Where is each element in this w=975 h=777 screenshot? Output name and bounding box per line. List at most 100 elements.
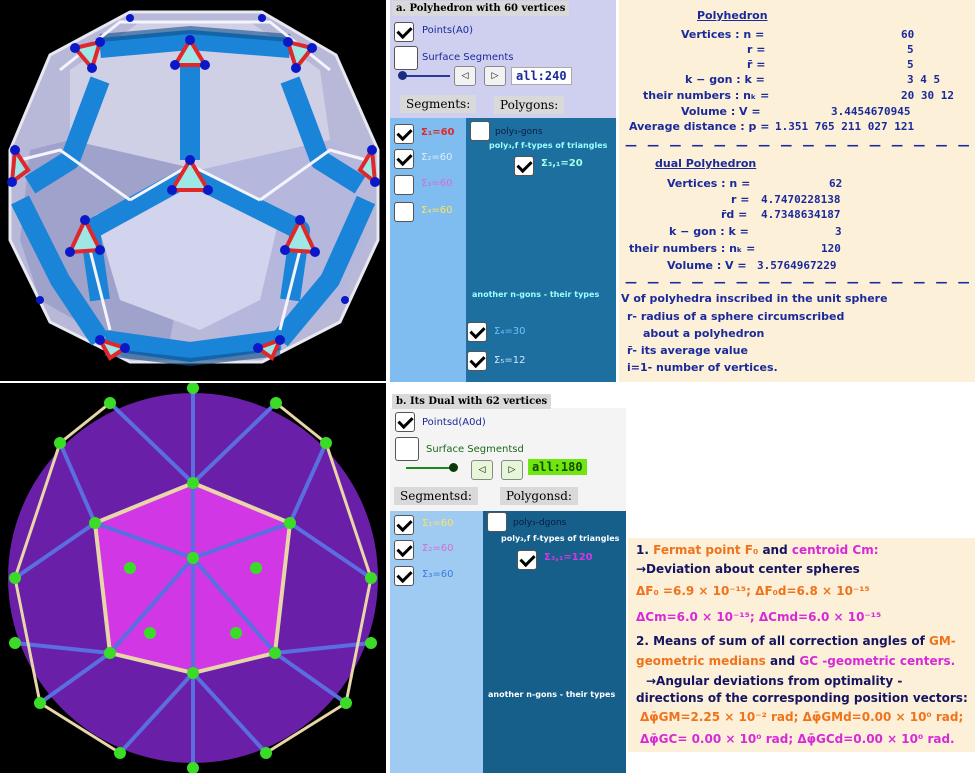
dual-heading: dual Polyhedron [655, 157, 757, 170]
phi-gc: Δφ̄GC= 0.00 × 10⁰ rad; [640, 732, 794, 746]
info-row-5-label: Volume : V = [681, 105, 761, 118]
surface-slider-knob[interactable] [398, 71, 407, 80]
gm-text: GM- [929, 634, 956, 648]
dual-row-3-value: 3 [835, 225, 842, 238]
segment-2-checkbox[interactable] [394, 149, 414, 169]
dual-slider-knob[interactable] [449, 463, 458, 472]
info-row-2-label: r̄ = [747, 58, 766, 71]
delta-fd: ΔF₀d=6.8 × 10⁻¹⁵ [755, 584, 870, 598]
dual-ftypes-label: poly₃,f f-types of triangles [501, 534, 620, 543]
note-0: V of polyhedra inscribed in the unit sph… [621, 292, 888, 305]
gc-text: GC -geometric centers. [799, 654, 956, 668]
note-2: about a polyhedron [643, 327, 765, 340]
step-back-button[interactable]: ◁ [454, 66, 476, 86]
line1-prefix: 1. [636, 543, 649, 557]
dual-segment-1-checkbox[interactable] [394, 515, 414, 535]
info-row-5-value: 3.4454670945 [831, 105, 911, 118]
medians-line: geometric medians and GC -geometric cent… [636, 654, 955, 668]
dual-row-2-label: r̄d = [721, 208, 748, 221]
info-row-0-label: Vertices : n = [681, 28, 765, 41]
dual-points-label: Pointsd(A0d) [422, 417, 486, 428]
info-row-0-value: 60 [901, 28, 915, 41]
surface-label: Surface Segments [422, 52, 514, 63]
sigma31-label: Σ₃,₁=20 [541, 158, 583, 169]
info-row-2-value: 5 [907, 58, 914, 71]
delta-cm-line: ΔCm=6.0 × 10⁻¹⁵; ΔCmd=6.0 × 10⁻¹⁵ [636, 610, 881, 624]
polyhedron-title: a. Polyhedron with 60 vertices [392, 1, 570, 16]
surface-slider-track[interactable] [402, 75, 450, 77]
delta-cm: ΔCm=6.0 × 10⁻¹⁵; [636, 610, 755, 624]
sigma5-label: Σ₅=12 [494, 355, 526, 366]
polys-checkbox[interactable] [470, 121, 490, 141]
sigma5-checkbox[interactable] [467, 351, 487, 371]
all-count: all:240 [511, 67, 572, 85]
polyhedron-view[interactable] [0, 0, 386, 381]
centroid-text: centroid Cm: [791, 543, 879, 557]
dual-row-4-value: 120 [821, 242, 841, 255]
line3b-text: and [770, 654, 796, 668]
delta-cmd: ΔCmd=6.0 × 10⁻¹⁵ [758, 610, 882, 624]
delta-f: ΔF₀ =6.9 × 10⁻¹⁵; [636, 584, 751, 598]
dual-polyhedron-view[interactable] [0, 382, 386, 774]
dual-segments-tab[interactable]: Segmentsd: [394, 487, 478, 505]
dual-row-1-label: r = [731, 193, 750, 206]
segment-4-checkbox[interactable] [394, 202, 414, 222]
sigma4-checkbox[interactable] [467, 322, 487, 342]
dual-polygons-tab[interactable]: Polygonsd: [500, 487, 578, 505]
info-dashes-2: — — — — — — — — — — — — — — — — [625, 275, 973, 289]
dual-polys-checkbox[interactable] [487, 512, 507, 532]
step-forward-button[interactable]: ▷ [484, 66, 506, 86]
dual-segment-3-label: Σ₃=60 [422, 569, 454, 580]
dual-sigma31-checkbox[interactable] [517, 550, 537, 570]
phi-gm-line: Δφ̄GM=2.25 × 10⁻² rad; Δφ̄GMd=0.00 × 10⁰… [640, 710, 963, 724]
phi-gc-line: Δφ̄GC= 0.00 × 10⁰ rad; Δφ̄GCd=0.00 × 10⁰… [640, 732, 955, 746]
surface-checkbox[interactable] [394, 46, 418, 70]
sigma4-label: Σ₄=30 [494, 326, 526, 337]
phi-gcd: Δφ̄GCd=0.00 × 10⁰ rad. [797, 732, 955, 746]
polyhedron-info: Polyhedron Vertices : n = 60 r = 5 r̄ = … [619, 0, 975, 382]
directions-line: directions of the corresponding position… [636, 691, 968, 705]
dual-slider-track[interactable] [406, 467, 454, 469]
info-dashes-1: — — — — — — — — — — — — — — — — [625, 138, 973, 152]
dual-segment-1-label: Σ₁=60 [422, 518, 454, 529]
segment-3-checkbox[interactable] [394, 175, 414, 195]
dual-surface-checkbox[interactable] [395, 437, 419, 461]
info-row-3-value: 3 4 5 [907, 73, 941, 86]
dual-step-back-button[interactable]: ◁ [471, 460, 493, 480]
note-1: r- radius of a sphere circumscribed [627, 310, 845, 323]
polyhedron-render [7, 10, 380, 367]
points-checkbox[interactable] [394, 22, 414, 42]
phi-gm: Δφ̄GM=2.25 × 10⁻² rad; [640, 710, 799, 724]
deviation-text: →Deviation about center spheres [636, 562, 860, 576]
dual-step-forward-button[interactable]: ▷ [501, 460, 523, 480]
note-3: r̄- its average value [627, 344, 748, 357]
sigma31-checkbox[interactable] [514, 156, 534, 176]
polygons-tab[interactable]: Polygons: [494, 96, 565, 114]
ftypes-label: poly₃,f f-types of triangles [489, 141, 608, 150]
info-heading: Polyhedron [697, 9, 768, 22]
segment-3-label: Σ₃=60 [421, 178, 453, 189]
dual-polys-label: poly₃-dgons [513, 518, 567, 528]
segment-2-label: Σ₂=60 [421, 152, 453, 163]
polys-label: poly₃-gons [495, 127, 543, 137]
info-row-1-value: 5 [907, 43, 914, 56]
dual-info: 1. Fermat point F₀ and centroid Cm: →Dev… [628, 538, 975, 752]
dual-row-4-label: their numbers : nₖ = [629, 242, 756, 255]
info-row-4-value: 20 30 12 [901, 89, 954, 102]
dual-segment-3-checkbox[interactable] [394, 566, 414, 586]
line3a-text: geometric medians [636, 654, 766, 668]
dual-another-label: another n-gons - their types [488, 690, 616, 699]
dual-row-1-value: 4.7470228138 [761, 193, 841, 206]
dual-polyhedron-render [8, 382, 378, 774]
points-label: Points(A0) [422, 25, 474, 36]
dual-surface-label: Surface Segmentsd [426, 444, 524, 455]
segment-1-checkbox[interactable] [394, 124, 414, 144]
line2-text: 2. Means of sum of all correction angles… [636, 634, 925, 648]
dual-points-checkbox[interactable] [395, 412, 415, 432]
segments-tab[interactable]: Segments: [400, 95, 477, 113]
fermat-text: Fermat point F₀ [653, 543, 759, 557]
dual-segment-2-checkbox[interactable] [394, 540, 414, 560]
dual-row-5-value: 3.5764967229 [757, 259, 837, 272]
dual-all-count: all:180 [528, 459, 587, 475]
fermat-line: 1. Fermat point F₀ and centroid Cm: [636, 543, 879, 557]
